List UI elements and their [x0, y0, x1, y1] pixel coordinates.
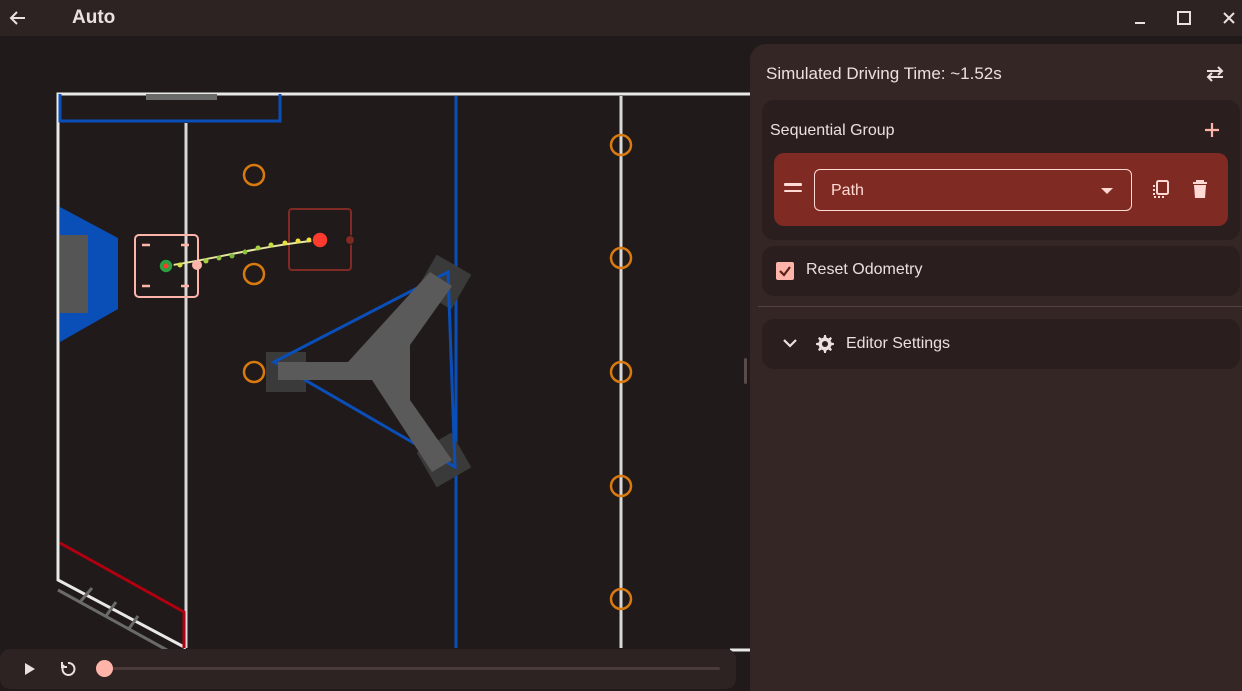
- command-panel: Simulated Driving Time: ~1.52s Sequentia…: [750, 44, 1242, 691]
- maximize-button[interactable]: [1172, 6, 1196, 30]
- panel-splitter[interactable]: [744, 358, 747, 384]
- field-canvas[interactable]: [0, 44, 750, 691]
- source-zone: [59, 541, 186, 648]
- note[interactable]: [242, 262, 266, 286]
- copy-icon: [1153, 180, 1169, 198]
- rotation-handle[interactable]: [192, 260, 202, 270]
- drag-handle-icon[interactable]: [784, 179, 806, 199]
- path-point: [295, 238, 301, 244]
- title-bar: Auto: [0, 0, 1242, 36]
- delete-command-button[interactable]: [1186, 175, 1214, 203]
- command-type-value: Path: [831, 182, 864, 199]
- restart-icon: [61, 662, 76, 676]
- path-command-item[interactable]: Path: [774, 153, 1228, 226]
- duplicate-command-button[interactable]: [1146, 175, 1174, 203]
- swap-horiz-icon: [1206, 66, 1224, 82]
- end-waypoint[interactable]: [311, 231, 329, 249]
- maximize-icon: [1177, 11, 1191, 25]
- panel-divider: [758, 306, 1242, 307]
- playback-slider[interactable]: [96, 660, 720, 677]
- stage-structure: [278, 272, 452, 472]
- reset-odometry-checkbox[interactable]: [776, 262, 794, 280]
- play-button[interactable]: [15, 655, 43, 683]
- path-point: [229, 253, 235, 259]
- end-rotation-handle[interactable]: [345, 235, 355, 245]
- path-point: [268, 242, 274, 248]
- simulated-driving-time: Simulated Driving Time: ~1.52s: [766, 64, 1002, 83]
- reset-odometry-card: Reset Odometry: [762, 246, 1240, 296]
- close-icon: [1223, 12, 1235, 24]
- path-point: [255, 245, 261, 251]
- dropdown-arrow-icon: [1101, 188, 1113, 194]
- check-icon: [779, 266, 791, 277]
- path-point: [282, 240, 288, 246]
- editor-settings-card[interactable]: Editor Settings: [762, 319, 1240, 369]
- path-point: [203, 258, 209, 264]
- amp: [146, 94, 217, 100]
- start-waypoint-center: [163, 263, 169, 269]
- arrow-left-icon: [9, 11, 25, 25]
- path-point: [306, 237, 312, 243]
- chevron-down-icon[interactable]: [780, 333, 800, 353]
- note[interactable]: [242, 360, 266, 384]
- minimize-icon: [1135, 22, 1145, 24]
- play-icon: [25, 663, 35, 675]
- path-point: [177, 262, 183, 268]
- path-point: [242, 249, 248, 255]
- window-title: Auto: [72, 7, 116, 28]
- gear-icon: [816, 335, 834, 353]
- close-button[interactable]: [1217, 6, 1241, 30]
- sequential-group-title: Sequential Group: [770, 122, 895, 139]
- reset-odometry-label: Reset Odometry: [806, 261, 923, 278]
- swap-panel-button[interactable]: [1202, 62, 1228, 86]
- speaker: [60, 235, 88, 313]
- minimize-button[interactable]: [1128, 6, 1152, 30]
- plus-icon: [1205, 123, 1219, 137]
- back-button[interactable]: [4, 4, 32, 32]
- sequential-group-card: Sequential Group Path: [762, 100, 1240, 240]
- playback-bar: [0, 649, 736, 689]
- path-point: [216, 255, 222, 261]
- note[interactable]: [242, 163, 266, 187]
- editor-settings-label: Editor Settings: [846, 335, 951, 352]
- trash-icon: [1193, 180, 1207, 198]
- add-command-button[interactable]: [1198, 116, 1226, 144]
- playback-slider-thumb[interactable]: [96, 660, 113, 677]
- restart-button[interactable]: [54, 655, 82, 683]
- field-editor[interactable]: [0, 44, 750, 691]
- command-type-dropdown[interactable]: Path: [814, 169, 1132, 211]
